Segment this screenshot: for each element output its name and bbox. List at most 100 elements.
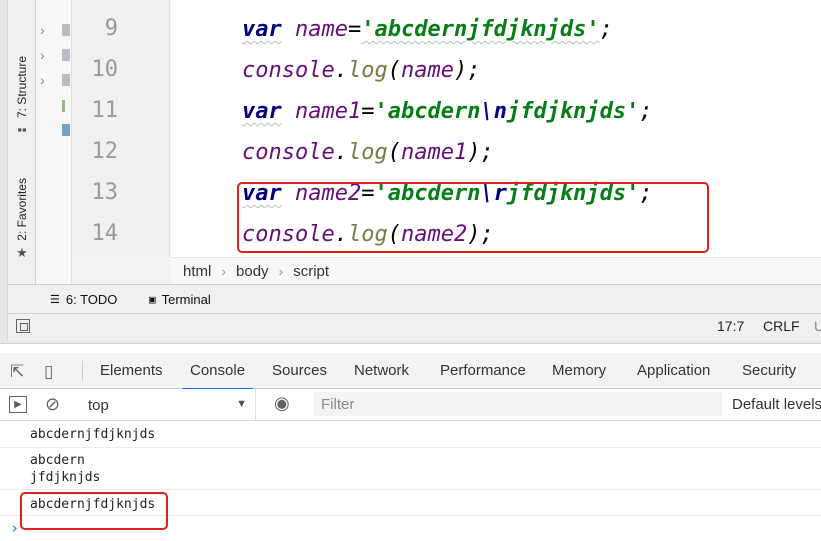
semicolon: ; [639,99,653,124]
tree-node[interactable] [36,120,72,142]
status-bar: 17:7 CRLF U [8,314,821,340]
console-message[interactable]: abcdernjfdjknjds [0,426,821,448]
structure-icon: ▪▪ [17,122,27,138]
console-text: jfdjknjds [30,470,101,485]
filter-input[interactable]: Filter [314,392,722,416]
folder-icon [62,74,70,86]
eye-icon[interactable]: ◉ [274,393,290,414]
tab-sources[interactable]: Sources [272,353,327,389]
todo-icon: ☰ [50,293,60,306]
todo-button[interactable]: ☰ 6: TODO [50,292,117,307]
breadcrumb-item[interactable]: body [236,263,269,280]
tree-node[interactable] [36,96,72,118]
tab-favorites[interactable]: 2: Favorites ★ [10,178,34,261]
side-tool-tabs: 7: Structure ▪▪ 2: Favorites ★ [8,0,36,284]
line-number: 13 [91,180,119,205]
code-line-12[interactable]: console.log(name1); [242,139,494,167]
code-editor[interactable]: var name='abcdernjfdjknjds'; console.log… [171,0,821,257]
file-icon [62,124,70,136]
identifier: name [295,17,348,42]
string-literal: 'abcdernjfdjknjds' [361,17,600,42]
chevron-right-icon[interactable]: › [40,47,45,63]
keyword: var [242,99,282,124]
string-literal: jfdjknjds' [506,99,640,124]
identifier: name1 [295,99,362,124]
tab-console[interactable]: Console [181,353,254,390]
tree-node[interactable]: › [36,45,72,67]
paren: ); [453,58,481,83]
filter-placeholder: Filter [321,395,355,413]
console-text: abcdern [30,453,85,468]
code-line-10[interactable]: console.log(name); [242,57,480,85]
breadcrumb: html › body › script [171,257,821,284]
star-icon: ★ [16,244,28,260]
context-select[interactable]: top ▼ [80,389,256,421]
tab-network[interactable]: Network [354,353,409,389]
line-number: 10 [91,57,119,82]
tree-node[interactable]: › [36,70,72,92]
file-icon [62,100,65,112]
terminal-button[interactable]: ▣ Terminal [149,292,211,307]
inspect-element-icon[interactable]: ⇱ [10,362,24,382]
terminal-icon: ▣ [149,293,156,306]
terminal-label: Terminal [161,292,211,307]
tab-memory[interactable]: Memory [552,353,606,389]
context-value: top [88,396,109,414]
operator: = [347,17,362,42]
project-tree: › › › [36,0,72,284]
dropdown-arrow-icon: ▼ [236,398,247,410]
line-number: 12 [91,139,119,164]
escape-sequence: \n [480,99,507,124]
paren: ( [387,58,401,83]
console-prompt[interactable]: › [10,519,19,537]
tool-window-bar: ☰ 6: TODO ▣ Terminal [8,284,821,314]
ide-window: 7: Structure ▪▪ 2: Favorites ★ › › › 9 1… [0,0,821,344]
paren: ( [387,140,401,165]
dot: . [334,140,348,165]
identifier: console [242,58,335,83]
line-number: 11 [91,98,119,123]
identifier: console [242,140,335,165]
encoding-indicator[interactable]: U [814,318,821,334]
chevron-right-icon[interactable]: › [40,72,45,88]
caret-position[interactable]: 17:7 [717,318,744,334]
ide-edge-strip [0,0,8,344]
clear-console-icon[interactable]: ⊘ [45,394,60,415]
code-line-9[interactable]: var name='abcdernjfdjknjds'; [242,16,613,44]
highlight-box [237,182,709,253]
console-message[interactable]: abcdern jfdjknjds [0,452,821,490]
line-number-gutter: 9 10 11 12 13 14 [72,0,170,257]
tab-elements[interactable]: Elements [100,353,163,389]
operator: = [361,99,375,124]
breadcrumb-item[interactable]: html [183,263,211,280]
breadcrumb-item[interactable]: script [293,263,329,280]
code-line-11[interactable]: var name1='abcdern\njfdjknjds'; [242,98,653,126]
keyword: var [242,17,282,42]
line-separator[interactable]: CRLF [763,318,800,334]
line-number: 9 [104,16,118,41]
tree-node[interactable]: › [36,20,72,42]
method-name: log [347,140,388,165]
tab-application[interactable]: Application [637,353,710,389]
todo-label: 6: TODO [65,292,118,307]
chevron-right-icon[interactable]: › [40,22,45,38]
log-levels-dropdown[interactable]: Default levels [732,389,821,421]
chevron-right-icon: › [278,263,284,279]
layout-icon[interactable] [16,319,30,333]
tab-structure[interactable]: 7: Structure ▪▪ [10,56,34,137]
highlight-box [20,492,168,530]
argument: name1 [400,140,468,165]
sidebar-toggle-icon[interactable]: ▶ [9,396,27,413]
folder-icon [62,49,70,61]
tab-security[interactable]: Security [742,353,796,389]
paren: ); [467,140,494,165]
method-name: log [347,58,388,83]
line-number: 14 [91,221,119,246]
tab-performance[interactable]: Performance [440,353,526,389]
dot: . [334,58,348,83]
tab-structure-label: 7: Structure [15,56,29,119]
semicolon: ; [599,17,613,42]
console-text: abcdernjfdjknjds [30,427,156,442]
device-toolbar-icon[interactable]: ▯ [44,362,53,382]
divider [82,361,83,381]
